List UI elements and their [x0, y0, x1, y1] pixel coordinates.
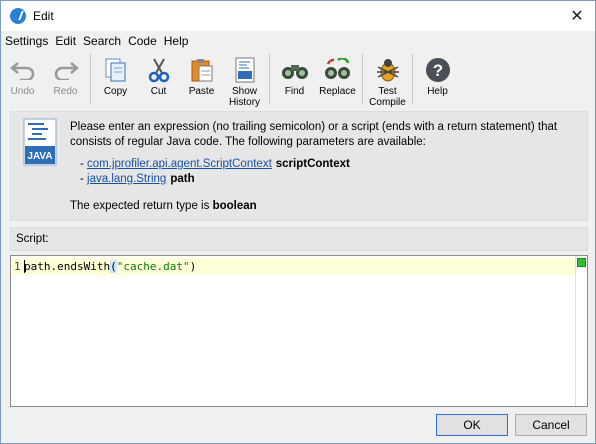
java-history-icon — [231, 56, 259, 84]
redo-button[interactable]: Redo — [44, 52, 87, 108]
window-title: Edit — [33, 9, 54, 23]
scissors-icon — [145, 56, 173, 84]
svg-text:JAVA: JAVA — [27, 151, 52, 162]
compile-status-indicator — [577, 258, 586, 267]
param-name: scriptContext — [275, 158, 350, 170]
script-editor[interactable]: 1 path.endsWith("cache.dat") — [10, 255, 588, 407]
param-type-link[interactable]: com.jprofiler.api.agent.ScriptContext — [87, 158, 272, 170]
copy-icon — [102, 56, 130, 84]
script-label: Script: — [10, 227, 588, 251]
toolbar: Undo Redo Copy Cut Paste Show History Fi… — [1, 52, 595, 108]
find-button[interactable]: Find — [273, 52, 316, 108]
help-icon: ? — [424, 56, 452, 84]
toolbar-separator — [412, 54, 413, 104]
toolbar-separator — [362, 54, 363, 104]
cancel-button[interactable]: Cancel — [515, 414, 587, 436]
copy-button[interactable]: Copy — [94, 52, 137, 108]
undo-button[interactable]: Undo — [1, 52, 44, 108]
paste-icon — [188, 56, 216, 84]
show-history-button[interactable]: Show History — [223, 52, 266, 108]
menu-edit[interactable]: Edit — [55, 34, 76, 48]
undo-icon — [9, 56, 37, 84]
paste-button[interactable]: Paste — [180, 52, 223, 108]
svg-text:?: ? — [432, 61, 442, 80]
info-description: Please enter an expression (no trailing … — [70, 121, 558, 148]
close-icon: ✕ — [570, 8, 584, 25]
java-file-icon: JAVA — [22, 118, 58, 166]
app-icon — [10, 8, 26, 24]
param-name: path — [170, 173, 195, 185]
text-caret — [24, 260, 25, 273]
return-type: boolean — [212, 200, 257, 212]
redo-icon — [52, 56, 80, 84]
param-item: - com.jprofiler.api.agent.ScriptContext s… — [80, 158, 350, 170]
help-button[interactable]: ? Help — [416, 52, 459, 108]
bug-icon — [374, 56, 402, 84]
test-compile-button[interactable]: Test Compile — [366, 52, 409, 108]
edit-dialog: Edit ✕ Settings Edit Search Code Help Un… — [0, 0, 596, 444]
replace-button[interactable]: Replace — [316, 52, 359, 108]
return-type-text: The expected return type is boolean — [70, 200, 257, 212]
binoculars-icon — [281, 56, 309, 84]
ok-button[interactable]: OK — [436, 414, 508, 436]
close-button[interactable]: ✕ — [565, 5, 589, 27]
title-bar: Edit ✕ — [1, 1, 595, 31]
menu-code[interactable]: Code — [128, 34, 157, 48]
menu-bar: Settings Edit Search Code Help — [1, 31, 595, 51]
toolbar-separator — [269, 54, 270, 104]
vertical-scrollbar[interactable] — [575, 256, 587, 406]
code-line[interactable]: path.endsWith("cache.dat") — [24, 260, 196, 273]
info-panel: JAVA Please enter an expression (no trai… — [10, 111, 588, 221]
cut-button[interactable]: Cut — [137, 52, 180, 108]
line-number: 1 — [14, 260, 21, 273]
param-type-link[interactable]: java.lang.String — [87, 173, 166, 185]
menu-help[interactable]: Help — [164, 34, 189, 48]
menu-settings[interactable]: Settings — [5, 34, 48, 48]
toolbar-separator — [90, 54, 91, 104]
replace-icon — [324, 56, 352, 84]
menu-search[interactable]: Search — [83, 34, 121, 48]
param-item: - java.lang.String path — [80, 173, 195, 185]
